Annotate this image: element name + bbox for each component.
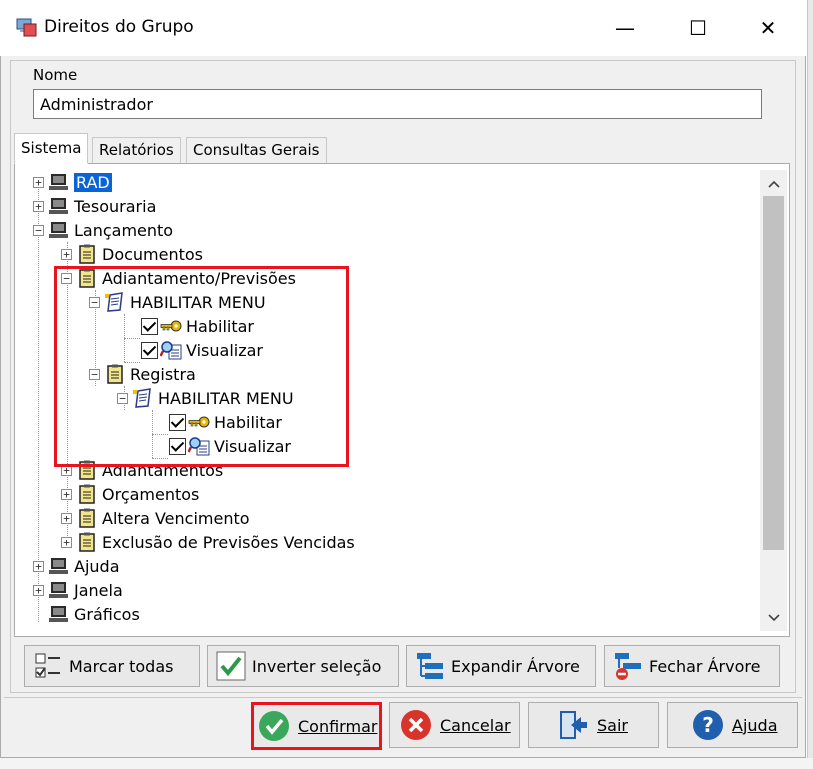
invert-selection-button[interactable]: Inverter seleção <box>207 645 399 687</box>
expand-icon[interactable]: + <box>61 536 72 548</box>
clipboard-icon <box>76 532 98 552</box>
background-window-edge-bottom <box>0 758 813 769</box>
expand-icon[interactable]: + <box>61 512 72 524</box>
help-button[interactable]: ? Ajuda <box>667 702 798 748</box>
tree-node-lancamento[interactable]: − Lançamento <box>33 218 173 242</box>
computer-icon <box>48 604 70 624</box>
svg-text:?: ? <box>702 713 714 737</box>
tree-node-label: Documentos <box>102 244 204 264</box>
divider <box>4 697 802 698</box>
clipboard-icon <box>76 508 98 528</box>
expand-icon[interactable]: + <box>33 176 44 188</box>
tree-node-janela[interactable]: + Janela <box>33 578 123 602</box>
tree-node-label: Ajuda <box>74 556 120 576</box>
expand-icon[interactable]: + <box>33 200 44 212</box>
checklist-icon <box>33 651 63 681</box>
minimize-button[interactable]: — <box>600 10 650 46</box>
mark-all-button[interactable]: Marcar todas <box>24 645 200 687</box>
tab-sistema[interactable]: Sistema <box>14 133 89 164</box>
check-circle-icon <box>258 710 290 742</box>
tree-node-altera-vencimento[interactable]: + Altera Vencimento <box>61 506 250 530</box>
expand-tree-icon <box>415 651 445 681</box>
expand-icon[interactable]: + <box>61 488 72 500</box>
tree-node-label: Janela <box>74 580 123 600</box>
exit-button[interactable]: Sair <box>528 702 659 748</box>
tree-node-exclusao-previsoes[interactable]: + Exclusão de Previsões Vencidas <box>61 530 355 554</box>
computer-icon <box>48 196 70 216</box>
exit-door-icon <box>557 709 589 741</box>
window-title: Direitos do Grupo <box>44 17 194 37</box>
expand-icon[interactable]: + <box>33 560 44 572</box>
cancel-button[interactable]: Cancelar <box>389 702 520 748</box>
expand-tree-label: Expandir Árvore <box>451 656 580 676</box>
computer-icon <box>48 556 70 576</box>
clipboard-icon <box>76 244 98 264</box>
collapse-tree-icon <box>613 651 643 681</box>
app-icon <box>15 16 37 38</box>
tree-node-label: Orçamentos <box>102 484 200 504</box>
expand-icon[interactable]: + <box>61 248 72 260</box>
help-icon: ? <box>692 709 724 741</box>
scroll-down-icon[interactable] <box>760 606 787 630</box>
invert-selection-label: Inverter seleção <box>252 656 382 676</box>
tree-node-orcamentos[interactable]: + Orçamentos <box>61 482 199 506</box>
tree-node-tesouraria[interactable]: + Tesouraria <box>33 194 156 218</box>
expand-tree-button[interactable]: Expandir Árvore <box>406 645 596 687</box>
close-button[interactable]: ✕ <box>743 10 793 46</box>
tree-node-ajuda[interactable]: + Ajuda <box>33 554 120 578</box>
mark-all-label: Marcar todas <box>69 656 174 676</box>
scroll-thumb[interactable] <box>763 196 784 550</box>
tree-node-label: Tesouraria <box>74 196 157 216</box>
tree-node-documentos[interactable]: + Documentos <box>61 242 203 266</box>
highlight-box <box>54 266 349 467</box>
clipboard-icon <box>76 484 98 504</box>
computer-icon <box>48 220 70 240</box>
tree-node-label: Lançamento <box>74 220 174 240</box>
tree-node-label: RAD <box>74 172 112 192</box>
tree-node-label: Gráficos <box>74 604 140 624</box>
computer-icon <box>48 172 70 192</box>
help-label: Ajuda <box>732 715 778 735</box>
tree-node-label: Altera Vencimento <box>102 508 250 528</box>
cancel-circle-icon <box>400 709 432 741</box>
name-input[interactable] <box>33 89 762 119</box>
scroll-up-icon[interactable] <box>760 172 787 196</box>
tree-node-graficos[interactable]: Gráficos <box>48 602 140 626</box>
tree-node-label: Exclusão de Previsões Vencidas <box>102 532 355 552</box>
tab-consultas-gerais[interactable]: Consultas Gerais <box>186 137 327 163</box>
maximize-button[interactable]: ☐ <box>673 10 723 46</box>
tab-relatorios[interactable]: Relatórios <box>92 137 181 163</box>
background-window-edge <box>807 0 813 769</box>
checkmark-icon <box>216 651 246 681</box>
name-label: Nome <box>33 66 78 84</box>
collapse-icon[interactable]: − <box>33 224 44 236</box>
tree-node-rad[interactable]: + RAD <box>33 170 112 194</box>
collapse-tree-label: Fechar Árvore <box>649 656 761 676</box>
cancel-label: Cancelar <box>440 715 511 735</box>
computer-icon <box>48 580 70 600</box>
exit-label: Sair <box>597 715 628 735</box>
confirm-button[interactable]: Confirmar <box>251 702 382 750</box>
expand-icon[interactable]: + <box>33 584 44 596</box>
collapse-tree-button[interactable]: Fechar Árvore <box>604 645 780 687</box>
confirm-label: Confirmar <box>298 716 378 736</box>
